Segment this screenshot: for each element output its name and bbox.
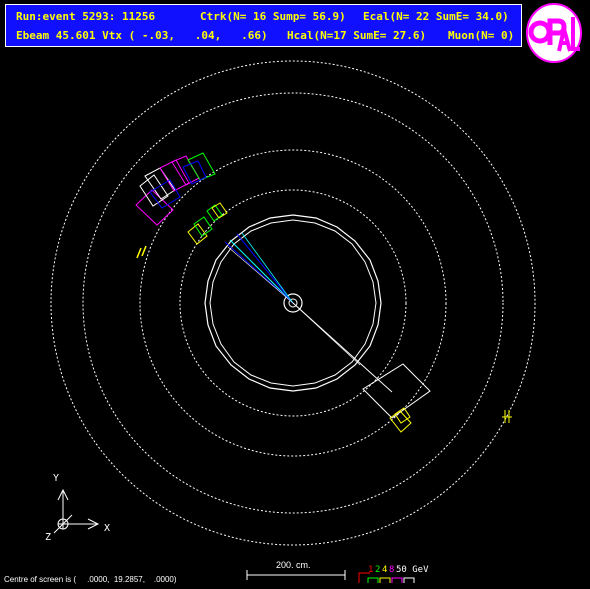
detector-view: Y X Z 1 2 4 8 50 GeV [45, 60, 536, 583]
muon-hit-marker [502, 410, 512, 423]
hcal-towers-upper-left [135, 152, 216, 226]
axis-indicator [53, 488, 100, 534]
ecal-blocks-upper-left [136, 202, 228, 259]
energy-label-1: 1 [368, 565, 373, 575]
energy-label-2: 2 [375, 565, 380, 575]
y-axis-label: Y [53, 473, 59, 484]
hcal-block-lower-right [362, 363, 431, 419]
energy-label-50gev: 50 GeV [396, 565, 429, 575]
z-axis-label: Z [45, 532, 51, 543]
event-display: Run:event 5293: 11256 Ctrk(N= 16 Sump= 5… [0, 0, 590, 589]
screen-centre-readout: Centre of screen is ( .0000, 19.2857, .0… [4, 575, 177, 584]
energy-label-8: 8 [389, 565, 394, 575]
scale-bar-label: 200. cm. [276, 560, 311, 570]
scale-bar [246, 570, 346, 580]
energy-label-4: 4 [382, 565, 387, 575]
track-lower-right-2 [292, 302, 361, 366]
x-axis-label: X [104, 523, 110, 534]
